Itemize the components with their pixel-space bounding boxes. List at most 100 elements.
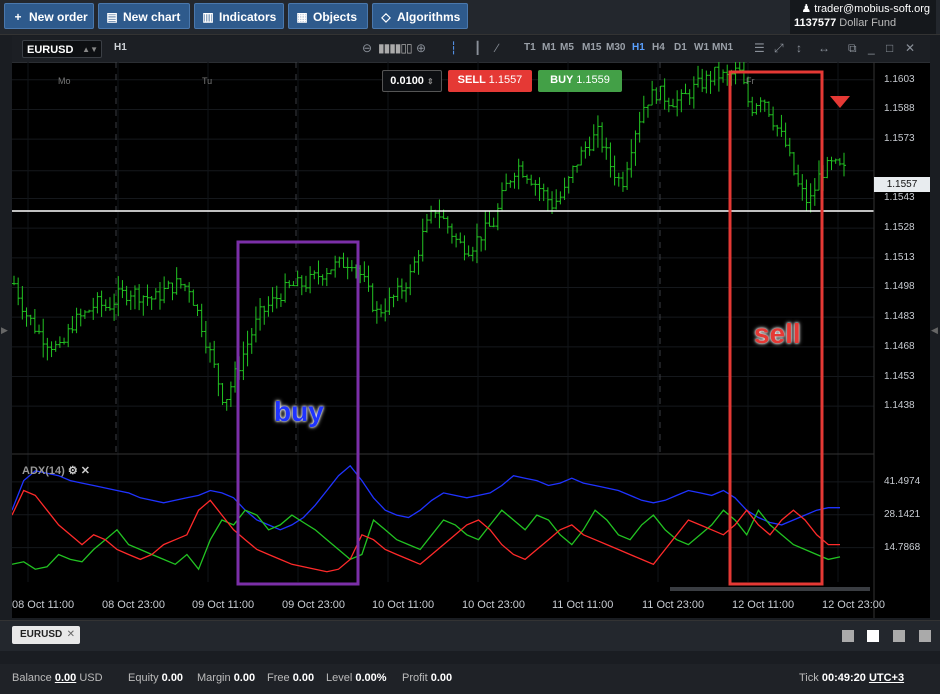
adx-axis-label: 28.1421: [884, 508, 921, 520]
collapse-right-icon[interactable]: ◀: [931, 325, 938, 336]
chart-window: EURUSD ▲▼ H1 ⊖ ▮▮▮▮▯▯ ⊕ ┆ ┃ ∕ T1 M1 M5 M15 M3…: [12, 36, 930, 618]
minimize-icon[interactable]: _: [868, 41, 875, 55]
detach-icon[interactable]: ⧉: [848, 41, 857, 56]
current-timeframe: H1: [114, 42, 127, 53]
bar-type-icon[interactable]: ┆: [450, 41, 457, 55]
buy-button[interactable]: BUY 1.1559: [538, 70, 622, 92]
timeframe-w1[interactable]: W1: [694, 42, 709, 53]
price-axis-label: 1.1528: [884, 222, 915, 234]
indicator-label: ADX(14) ⚙ ✕: [22, 465, 91, 477]
chart-tab-eurusd[interactable]: EURUSD ✕: [12, 626, 80, 644]
level-status: Level 0.00%: [326, 672, 387, 684]
objects-icon: ▦: [296, 10, 308, 24]
timeframe-d1[interactable]: D1: [674, 42, 687, 53]
account-panel[interactable]: ♟ trader@mobius-soft.org 1137577 Dollar …: [790, 0, 936, 34]
indent-icon[interactable]: ☰: [754, 41, 765, 55]
close-icon[interactable]: ✕: [905, 41, 915, 55]
account-user: trader@mobius-soft.org: [814, 3, 930, 15]
line-chart-icon[interactable]: ∕: [496, 41, 498, 55]
timeframe-m1[interactable]: M1: [542, 42, 556, 53]
price-axis-label: 1.1573: [884, 133, 915, 145]
buy-annotation: buy: [274, 396, 324, 427]
time-axis-label: 11 Oct 23:00: [642, 599, 705, 611]
indicators-button[interactable]: ▥ Indicators: [194, 3, 284, 29]
timezone-select[interactable]: UTC+3: [869, 672, 904, 684]
timeframe-m30[interactable]: M30: [606, 42, 625, 53]
time-axis-label: 11 Oct 11:00: [552, 599, 614, 611]
trade-marker-icon: [830, 96, 850, 108]
time-axis-label: 08 Oct 11:00: [12, 599, 75, 611]
timeframe-t1[interactable]: T1: [524, 42, 536, 53]
account-number: 1137577: [794, 17, 837, 29]
candlestick-icon[interactable]: ┃: [474, 41, 481, 55]
chart-tab-bar: EURUSD ✕: [0, 620, 940, 651]
day-label: Tu: [202, 76, 213, 86]
adx-series-plusminus-di: [12, 508, 841, 571]
price-axis-label: 1.1543: [884, 192, 915, 204]
zoom-in-icon[interactable]: ⊕: [416, 41, 426, 55]
adx-series-minus-di: [12, 489, 840, 573]
balance-status: Balance 0.00 USD: [12, 672, 103, 684]
equity-status: Equity 0.00: [128, 672, 184, 684]
main-toolbar: + New order ▤ New chart ▥ Indicators ▦ Objec…: [0, 0, 940, 35]
layout-columns-icon[interactable]: [893, 630, 905, 642]
user-icon: ♟: [801, 3, 812, 15]
price-axis-label: 1.1438: [884, 400, 915, 412]
balance-value[interactable]: 0.00: [55, 672, 76, 684]
timeframe-h4[interactable]: H4: [652, 42, 665, 53]
bar-chart-icon: ▥: [202, 10, 214, 24]
profit-status: Profit 0.00: [402, 672, 453, 684]
account-fund: Dollar Fund: [839, 17, 897, 29]
sell-button[interactable]: SELL 1.1557: [448, 70, 532, 92]
time-axis-label: 10 Oct 23:00: [462, 599, 525, 611]
chart-toolbar: EURUSD ▲▼ H1 ⊖ ▮▮▮▮▯▯ ⊕ ┆ ┃ ∕ T1 M1 M5 M15 M3…: [12, 36, 930, 63]
price-axis-label: 1.1603: [884, 73, 915, 85]
horizontal-scrollbar[interactable]: [670, 587, 870, 591]
symbol-select[interactable]: EURUSD ▲▼: [22, 40, 102, 58]
diamond-icon: ◇: [381, 10, 391, 24]
free-status: Free 0.00: [267, 672, 315, 684]
price-axis-label: 1.1468: [884, 340, 915, 352]
objects-button[interactable]: ▦ Objects: [288, 3, 368, 29]
timeframe-h1[interactable]: H1: [632, 42, 645, 53]
price-axis-label: 1.1513: [884, 251, 915, 263]
time-axis-label: 09 Oct 23:00: [282, 599, 345, 611]
layout-grid-icon[interactable]: [867, 630, 879, 642]
adx-axis-label: 41.4974: [884, 475, 921, 487]
new-order-button[interactable]: + New order: [4, 3, 94, 29]
zoom-out-icon[interactable]: ⊖: [362, 41, 372, 55]
price-axis-label: 1.1483: [884, 311, 915, 323]
zoom-slider[interactable]: ▮▮▮▮▯▯: [378, 41, 413, 55]
close-tab-icon[interactable]: ✕: [67, 626, 75, 644]
stepper-icon[interactable]: ⇕: [427, 77, 434, 86]
volume-input[interactable]: 0.0100 ⇕: [382, 70, 442, 92]
timeframe-mn1[interactable]: MN1: [712, 42, 733, 53]
settings-gear-icon[interactable]: ⚙: [68, 465, 78, 477]
expand-diagonal-icon[interactable]: ⤢: [774, 41, 784, 56]
price-axis-label: 1.1498: [884, 281, 915, 293]
time-axis-label: 09 Oct 11:00: [192, 599, 255, 611]
sell-annotation: sell: [754, 318, 801, 349]
horizontal-arrows-icon[interactable]: ↔: [818, 41, 830, 55]
chart-icon: ▤: [106, 10, 118, 24]
remove-indicator-icon[interactable]: ✕: [81, 465, 90, 477]
collapse-left-icon[interactable]: ▶: [1, 325, 8, 336]
current-price-label: 1.1557: [874, 177, 930, 192]
time-axis-label: 08 Oct 23:00: [102, 599, 165, 611]
timeframe-m15[interactable]: M15: [582, 42, 601, 53]
price-axis-label: 1.1453: [884, 370, 915, 382]
time-axis-label: 12 Oct 11:00: [732, 599, 795, 611]
algorithms-button[interactable]: ◇ Algorithms: [372, 3, 468, 29]
plus-icon: +: [14, 10, 22, 24]
time-axis-label: 12 Oct 23:00: [822, 599, 885, 611]
status-bar: Balance 0.00 USD Equity 0.00 Margin 0.00…: [0, 664, 940, 694]
maximize-icon[interactable]: □: [886, 41, 893, 55]
layout-rows-icon[interactable]: [919, 630, 931, 642]
timeframe-m5[interactable]: M5: [560, 42, 574, 53]
vertical-arrows-icon[interactable]: ↕: [796, 41, 802, 55]
layout-single-icon[interactable]: [842, 630, 854, 642]
day-label: Fr: [746, 76, 755, 86]
margin-status: Margin 0.00: [197, 672, 256, 684]
adx-axis-label: 14.7868: [884, 541, 921, 553]
new-chart-button[interactable]: ▤ New chart: [98, 3, 190, 29]
